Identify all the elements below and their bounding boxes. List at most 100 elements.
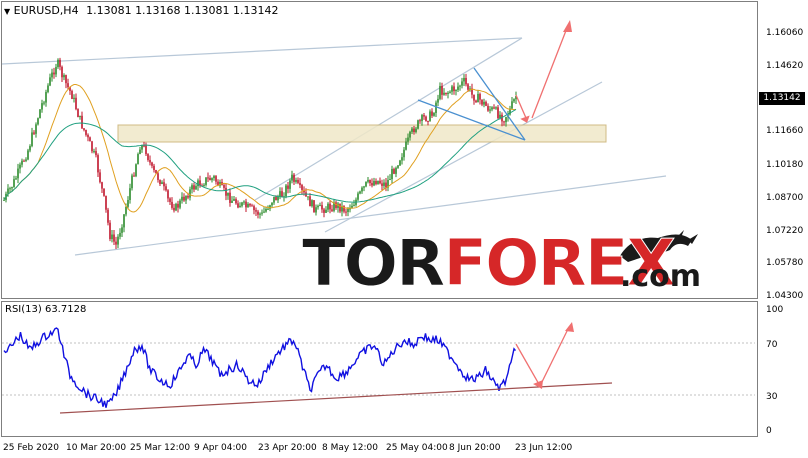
current-price-badge: 1.13142 (759, 92, 805, 105)
candle-body (87, 134, 89, 138)
candle-body (169, 198, 171, 202)
candle-body (243, 201, 245, 203)
candle-body (77, 109, 79, 118)
candle-body (453, 86, 455, 92)
candle-body (397, 165, 399, 168)
candle-body (413, 128, 415, 133)
candle-body (427, 120, 429, 122)
candle-body (273, 196, 275, 203)
candle-body (115, 241, 117, 245)
candle-body (497, 107, 499, 119)
candle-body (319, 205, 321, 207)
candle-body (467, 84, 469, 90)
candle-body (317, 205, 319, 208)
candle-body (495, 107, 497, 109)
candle-body (11, 187, 13, 189)
candle-body (85, 129, 87, 135)
candle-body (197, 180, 199, 187)
candle-body (307, 196, 309, 198)
candle-body (65, 75, 67, 84)
candle-body (95, 151, 97, 156)
time-axis-label: 8 Jun 20:00 (449, 443, 501, 453)
candle-body (61, 66, 63, 78)
candle-body (419, 120, 421, 122)
rsi-axis-30: 30 (766, 392, 778, 402)
candle-body (193, 185, 195, 190)
candle-body (151, 162, 153, 166)
candle-body (479, 93, 481, 100)
candle-body (15, 178, 17, 180)
candle-body (31, 132, 33, 147)
candle-body (391, 168, 393, 180)
candle-body (395, 167, 397, 174)
time-axis: 25 Feb 2020 10 Mar 20:00 25 Mar 12:00 9 Apr… (3, 443, 572, 453)
candle-body (57, 59, 59, 68)
candle-body (281, 191, 283, 198)
candle-body (511, 101, 513, 109)
candle-body (441, 85, 443, 95)
candle-body (339, 203, 341, 212)
candle-body (381, 183, 383, 186)
price-axis-label: 1.14620 (766, 61, 803, 71)
candle-body (175, 203, 177, 211)
symbol-label: EURUSD,H4 (13, 4, 79, 17)
rsi-axis-70: 70 (766, 340, 778, 350)
candle-body (49, 77, 51, 86)
moving-average-fast (3, 84, 517, 213)
candle-body (371, 183, 373, 186)
candle-body (229, 192, 231, 203)
candle-body (347, 208, 349, 213)
watermark-tor: TOR (301, 227, 445, 301)
candle-body (461, 81, 463, 86)
forecast-arrow-up (531, 27, 568, 119)
time-axis-label: 25 May 04:00 (386, 443, 448, 453)
channel-line-top (1, 37, 523, 65)
candle-body (401, 157, 403, 161)
candle-body (93, 151, 95, 153)
candle-body (239, 205, 241, 208)
candle-body (91, 141, 93, 152)
candle-body (449, 91, 451, 93)
candle-body (161, 182, 163, 185)
candle-body (101, 182, 103, 189)
candle-body (291, 174, 293, 181)
dropdown-arrow-icon[interactable]: ▼ (4, 7, 10, 16)
candle-body (289, 180, 291, 189)
candle-body (51, 72, 53, 78)
candle-body (433, 112, 435, 116)
candle-body (113, 234, 115, 242)
candle-body (25, 159, 27, 161)
candle-body (359, 191, 361, 194)
candle-body (377, 180, 379, 185)
candle-body (481, 99, 483, 105)
candle-body (489, 109, 491, 111)
candle-body (173, 207, 175, 211)
candle-body (491, 107, 493, 110)
candle-body (53, 72, 55, 75)
candle-body (313, 200, 315, 213)
rsi-axis-0: 0 (766, 426, 772, 436)
candle-body (331, 209, 333, 211)
candle-body (435, 102, 437, 113)
candle-body (505, 117, 507, 123)
candle-body (367, 179, 369, 182)
candle-body (407, 137, 409, 142)
candle-body (59, 59, 61, 67)
candle-body (167, 190, 169, 199)
candle-body (357, 193, 359, 200)
candle-body (361, 187, 363, 192)
candle-body (473, 94, 475, 101)
candle-body (37, 118, 39, 125)
candle-body (463, 77, 465, 82)
candle-body (203, 184, 205, 186)
candle-body (423, 115, 425, 117)
candle-body (17, 168, 19, 179)
forecast-arrow-down (515, 94, 527, 119)
forecast-arrowhead-up (563, 20, 572, 32)
candle-body (47, 85, 49, 92)
candle-body (321, 205, 323, 210)
candle-body (475, 100, 477, 103)
candle-body (13, 179, 15, 188)
candle-body (503, 121, 505, 123)
time-axis-label: 23 Jun 12:00 (515, 443, 572, 453)
